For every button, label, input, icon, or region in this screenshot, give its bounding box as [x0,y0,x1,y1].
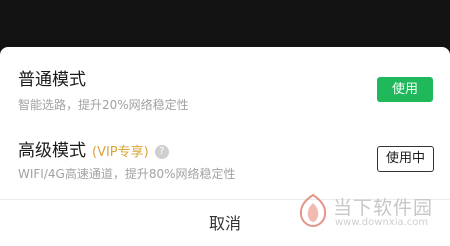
watermark-logo-icon [299,193,327,227]
help-icon[interactable]: ? [154,145,169,159]
advanced-mode-title-row: 高级模式 (VIP专享)? [18,136,169,161]
use-normal-mode-button[interactable]: 使用 [377,77,433,102]
advanced-mode-title: 高级模式 [18,141,86,161]
normal-mode-title: 普通模式 [18,70,86,90]
in-use-advanced-mode-button[interactable]: 使用中 [377,146,434,172]
vip-badge: (VIP专享) [92,145,149,160]
normal-mode-description: 智能选路，提升20%网络稳定性 [18,98,189,112]
watermark-url: www.downxia.com [335,217,429,228]
watermark-site-name: 当下软件园 [333,197,434,219]
dimmed-backdrop[interactable] [0,0,450,47]
advanced-mode-description: WIFI/4G高速通道，提升80%网络稳定性 [18,167,236,181]
